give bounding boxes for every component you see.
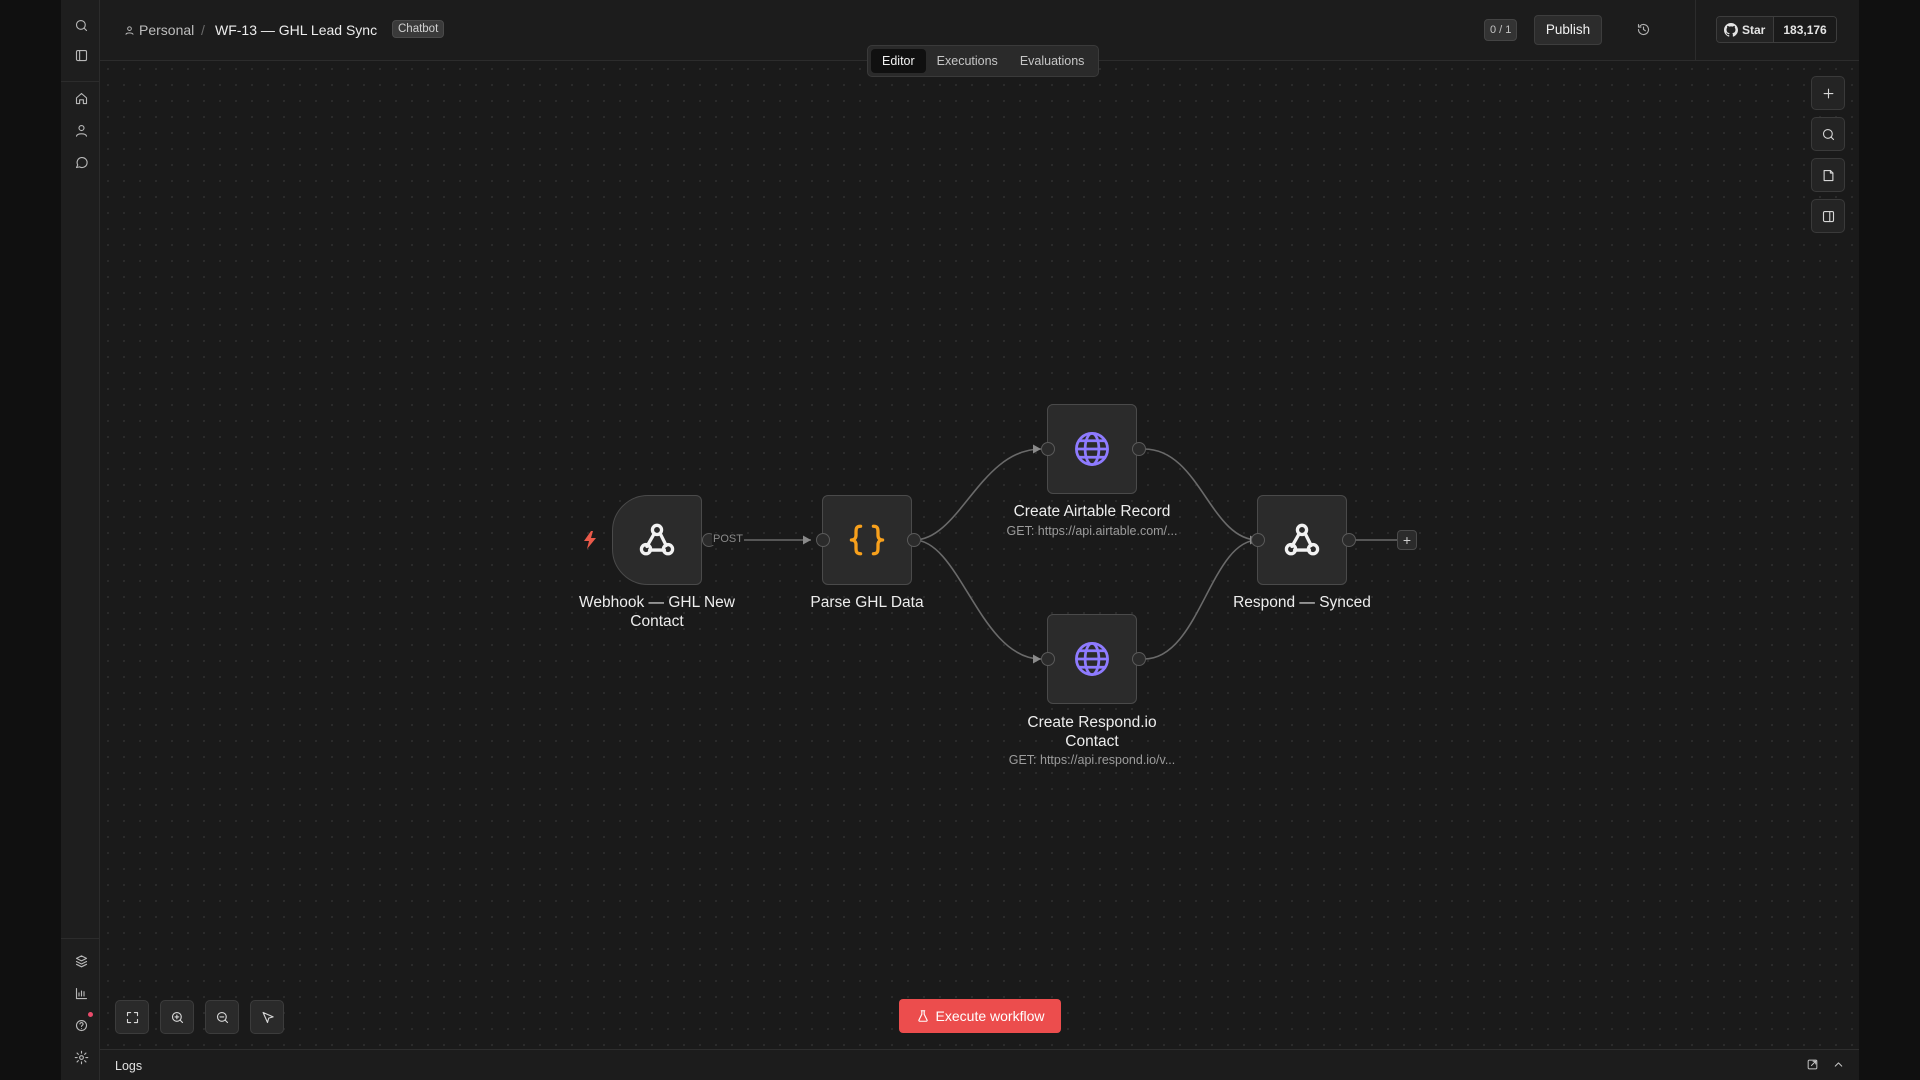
breadcrumb-separator: /	[201, 22, 205, 38]
left-sidebar	[61, 0, 100, 1080]
sidebar-divider	[61, 81, 100, 82]
search-icon	[1822, 128, 1834, 140]
logs-panel-bar[interactable]: Logs	[100, 1049, 1859, 1080]
node-label-webhook-line2: Contact	[630, 613, 684, 630]
sidebar-divider	[61, 938, 100, 939]
plus-icon: +	[1402, 532, 1412, 548]
node-label-respondio: Create Respond.io Contact	[992, 713, 1192, 751]
port-respondio-in[interactable]	[1041, 652, 1055, 666]
node-create-respondio-contact[interactable]	[1047, 614, 1137, 704]
tab-executions[interactable]: Executions	[926, 49, 1009, 73]
settings-icon[interactable]	[72, 1048, 90, 1066]
fit-view-button[interactable]	[115, 1000, 149, 1034]
workflow-tag[interactable]: Chatbot	[392, 20, 445, 38]
history-icon[interactable]	[1636, 22, 1652, 38]
node-subtitle-airtable: GET: https://api.airtable.com/...	[1006, 524, 1178, 538]
chat-icon[interactable]	[72, 153, 90, 171]
edge-label-post: POST	[712, 533, 744, 545]
node-label-webhook: Webhook — GHL New Contact	[557, 593, 757, 631]
port-respond-in[interactable]	[1251, 533, 1265, 547]
zoom-in-icon	[171, 1011, 183, 1023]
panel-toggle-icon[interactable]	[72, 46, 90, 64]
tidy-up-button[interactable]	[250, 1000, 284, 1034]
webhook-icon	[639, 523, 675, 556]
github-star[interactable]: Star	[1717, 17, 1775, 42]
person-icon	[125, 25, 134, 35]
node-label-airtable: Create Airtable Record	[1013, 503, 1171, 520]
github-star-label: Star	[1742, 22, 1766, 37]
code-braces-icon	[849, 524, 885, 556]
execute-workflow-label: Execute workflow	[935, 1008, 1045, 1024]
templates-icon[interactable]	[72, 952, 90, 970]
globe-icon	[1075, 642, 1109, 676]
node-create-airtable-record[interactable]	[1047, 404, 1137, 494]
logs-label: Logs	[115, 1059, 143, 1073]
tidy-up-icon	[262, 1011, 274, 1023]
arrow-respondio	[1033, 654, 1041, 664]
flask-icon	[917, 1010, 928, 1022]
panel-button[interactable]	[1811, 199, 1845, 233]
owner-label: Personal	[139, 22, 195, 38]
arrow-airtable	[1033, 444, 1041, 454]
node-subtitle-respondio: GET: https://api.respond.io/v...	[1008, 753, 1176, 767]
help-icon[interactable]	[72, 1016, 90, 1034]
port-parse-in[interactable]	[816, 533, 830, 547]
port-respondio-out[interactable]	[1132, 652, 1146, 666]
notification-dot	[88, 1012, 93, 1017]
sticky-note-icon	[1823, 169, 1833, 181]
zoom-in-button[interactable]	[160, 1000, 194, 1034]
breadcrumb-owner[interactable]: Personal	[124, 22, 194, 38]
chevron-up-icon[interactable]	[1832, 1058, 1846, 1072]
port-respond-out[interactable]	[1342, 533, 1356, 547]
trigger-bolt-icon	[584, 531, 596, 549]
webhook-icon	[1284, 523, 1320, 556]
node-parse-ghl-data[interactable]	[822, 495, 912, 585]
search-nodes-button[interactable]	[1811, 117, 1845, 151]
execute-workflow-button[interactable]: Execute workflow	[899, 999, 1061, 1033]
insights-icon[interactable]	[72, 984, 90, 1002]
user-icon[interactable]	[72, 121, 90, 139]
github-star-button[interactable]: Star 183,176	[1716, 16, 1837, 43]
arrow-parse	[803, 535, 811, 545]
zoom-out-button[interactable]	[205, 1000, 239, 1034]
popout-icon[interactable]	[1806, 1058, 1820, 1072]
port-parse-out[interactable]	[907, 533, 921, 547]
node-label-respondio-line1: Create Respond.io	[1027, 714, 1157, 731]
node-webhook-ghl-new-contact[interactable]	[612, 495, 702, 585]
home-icon[interactable]	[72, 89, 90, 107]
sticky-note-button[interactable]	[1811, 158, 1845, 192]
node-label-respond: Respond — Synced	[1233, 594, 1371, 611]
node-label-parse: Parse GHL Data	[810, 594, 924, 611]
node-respond-synced[interactable]	[1257, 495, 1347, 585]
view-tabs: Editor Executions Evaluations	[867, 45, 1100, 77]
globe-icon	[1075, 432, 1109, 466]
add-node-button[interactable]	[1811, 76, 1845, 110]
node-label-webhook-line1: Webhook — GHL New	[579, 594, 735, 611]
port-airtable-in[interactable]	[1041, 442, 1055, 456]
header-divider	[1695, 0, 1696, 61]
add-node-icon	[1823, 88, 1833, 98]
publish-button[interactable]: Publish	[1534, 15, 1602, 45]
add-next-node-button[interactable]: +	[1397, 530, 1417, 550]
workflow-title[interactable]: WF-13 — GHL Lead Sync	[215, 22, 377, 38]
tab-editor[interactable]: Editor	[871, 49, 926, 73]
search-icon[interactable]	[72, 16, 90, 34]
port-airtable-out[interactable]	[1132, 442, 1146, 456]
panel-icon	[1822, 210, 1834, 222]
tab-evaluations[interactable]: Evaluations	[1009, 49, 1096, 73]
node-label-respondio-line2: Contact	[1065, 733, 1119, 750]
workflow-canvas[interactable]: POST Webhook — GHL New Contact Parse GHL…	[100, 61, 1859, 1049]
fit-view-icon	[126, 1011, 138, 1023]
github-icon	[1724, 22, 1738, 37]
zoom-out-icon	[216, 1011, 228, 1023]
version-badge[interactable]: 0 / 1	[1484, 19, 1518, 41]
github-star-count: 183,176	[1774, 17, 1836, 42]
edge-layer	[709, 444, 1397, 664]
